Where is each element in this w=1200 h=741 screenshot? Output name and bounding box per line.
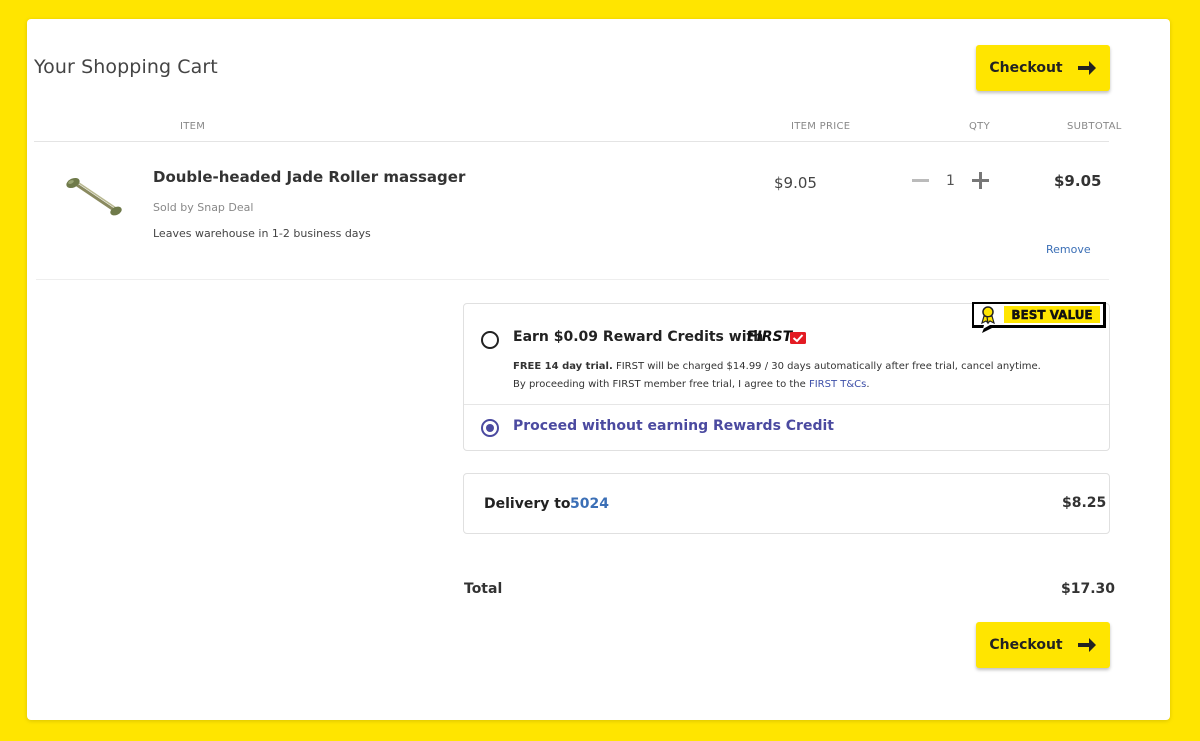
best-value-text: BEST VALUE (1011, 308, 1092, 322)
page-title: Your Shopping Cart (34, 56, 218, 78)
agreement-text: By proceeding with FIRST member free tri… (513, 379, 809, 390)
column-header-qty: QTY (969, 121, 990, 132)
trial-terms-line: FREE 14 day trial. FIRST will be charged… (513, 361, 1041, 372)
earn-rewards-radio[interactable] (481, 331, 499, 349)
first-brand-logo: FIRST (747, 329, 793, 345)
item-price: $9.05 (774, 174, 817, 192)
column-header-subtotal: SUBTOTAL (1067, 121, 1122, 132)
total-label: Total (464, 581, 503, 597)
agreement-end: . (866, 379, 870, 390)
checkout-label: Checkout (989, 60, 1063, 76)
delivery-label: Delivery to (484, 496, 571, 512)
trial-terms-bold: FREE 14 day trial. (513, 361, 613, 372)
total-value: $17.30 (1061, 581, 1116, 597)
qty-decrease-icon[interactable] (912, 179, 929, 182)
jade-roller-image (66, 177, 122, 216)
column-header-item-price: ITEM PRICE (791, 121, 851, 132)
terms-link[interactable]: FIRST T&Cs (809, 379, 866, 390)
delivery-price: $8.25 (1062, 495, 1107, 511)
remove-item-link[interactable]: Remove (1046, 243, 1091, 256)
rewards-divider (464, 404, 1109, 405)
arrow-right-icon (1077, 638, 1096, 652)
item-subtotal: $9.05 (1054, 172, 1102, 190)
trial-terms-text: FIRST will be charged $14.99 / 30 days a… (612, 361, 1041, 372)
header-divider (34, 141, 1109, 142)
delivery-postcode-link[interactable]: 5024 (570, 496, 609, 512)
earn-rewards-label[interactable]: Earn $0.09 Reward Credits with (513, 329, 763, 345)
skip-rewards-label[interactable]: Proceed without earning Rewards Credit (513, 418, 834, 434)
checkout-button-bottom[interactable]: Checkout (976, 622, 1110, 668)
checkout-label: Checkout (989, 637, 1063, 653)
shipping-note: Leaves warehouse in 1-2 business days (153, 227, 371, 240)
item-divider (36, 279, 1109, 280)
qty-increase-icon[interactable] (972, 172, 989, 189)
skip-rewards-radio[interactable] (481, 419, 499, 437)
agreement-line: By proceeding with FIRST member free tri… (513, 379, 870, 390)
first-check-icon (790, 332, 806, 344)
award-ribbon-icon (981, 306, 995, 325)
product-name[interactable]: Double-headed Jade Roller massager (153, 168, 465, 186)
qty-value: 1 (946, 173, 955, 189)
checkout-button-top[interactable]: Checkout (976, 45, 1110, 91)
arrow-right-icon (1077, 61, 1096, 75)
best-value-badge: BEST VALUE (972, 302, 1106, 333)
seller-label: Sold by Snap Deal (153, 201, 254, 214)
column-header-item: ITEM (180, 121, 206, 132)
